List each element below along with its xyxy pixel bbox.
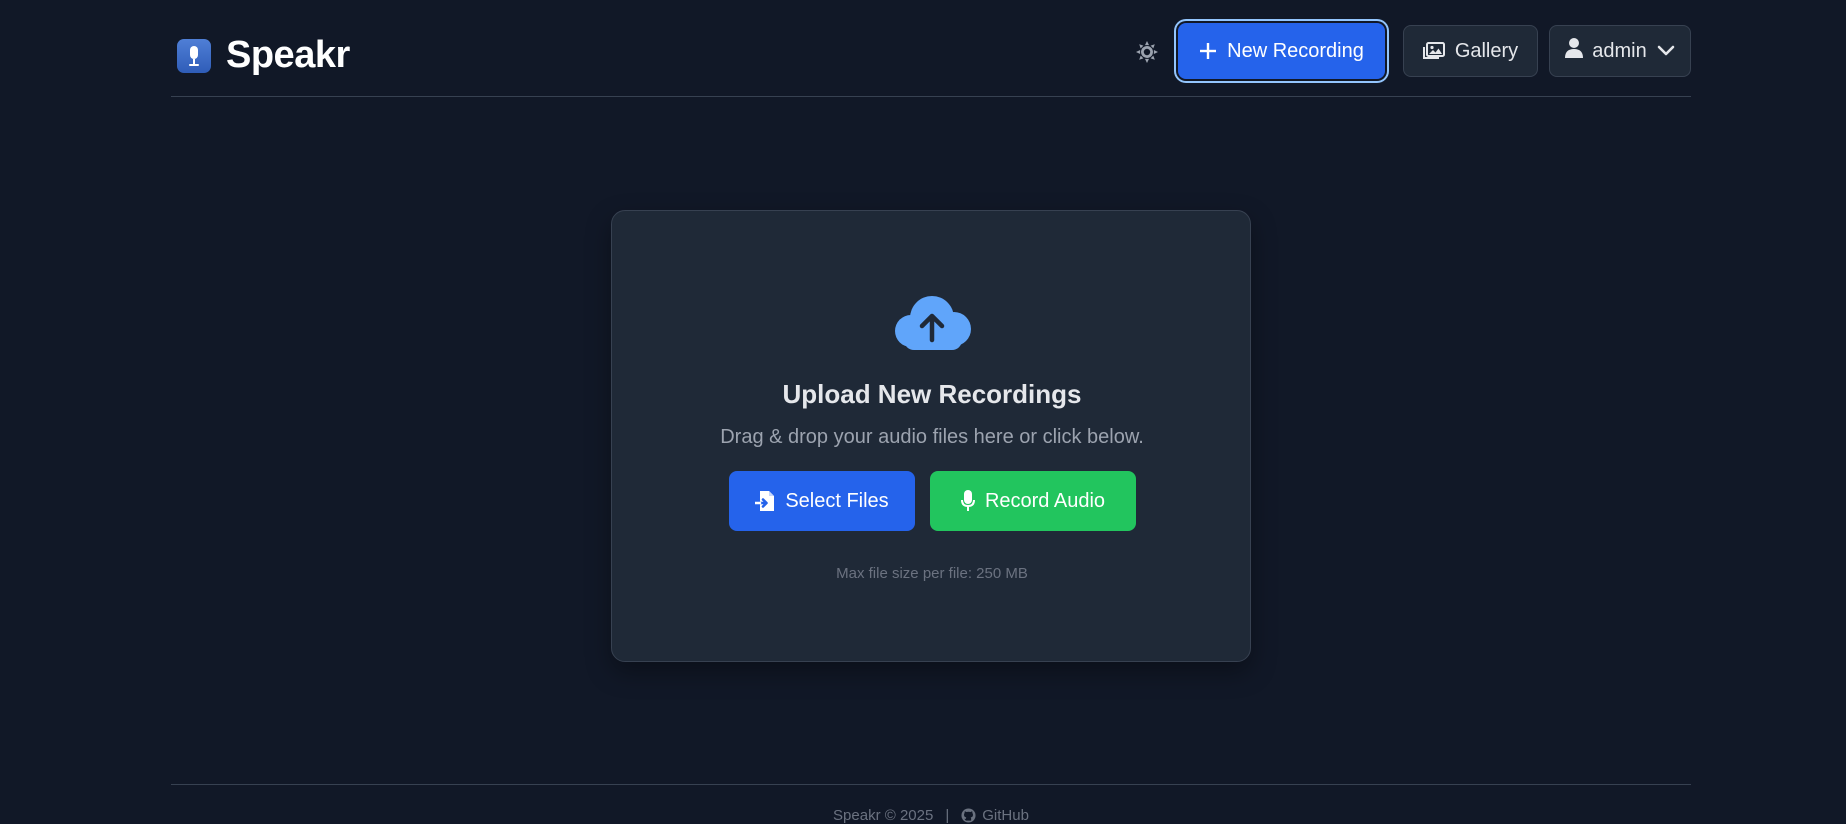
footer: Speakr © 2025 | GitHub: [171, 784, 1691, 824]
new-recording-label: New Recording: [1227, 39, 1364, 62]
app-name: Speakr: [226, 34, 350, 76]
upload-dropzone[interactable]: Upload New Recordings Drag & drop your a…: [611, 210, 1251, 662]
record-audio-label: Record Audio: [984, 489, 1106, 512]
microphone-icon: [177, 38, 211, 73]
gallery-button[interactable]: Gallery: [1403, 25, 1538, 77]
microphone-icon: [960, 490, 975, 511]
upload-subtitle: Drag & drop your audio files here or cli…: [720, 426, 1144, 448]
images-icon: [1422, 42, 1445, 59]
top-header: Speakr New Recording Gallery admin: [171, 0, 1691, 97]
max-file-size-note: Max file size per file: 250 MB: [836, 565, 1028, 582]
new-recording-button[interactable]: New Recording: [1178, 23, 1385, 79]
app-container: Speakr New Recording Gallery admin Uploa…: [171, 0, 1691, 824]
footer-content: Speakr © 2025 | GitHub: [171, 807, 1691, 824]
sun-icon: [1136, 41, 1158, 63]
github-icon: [961, 808, 976, 823]
brand[interactable]: Speakr: [177, 34, 350, 77]
user-name: admin: [1592, 39, 1647, 62]
chevron-down-icon: [1657, 40, 1675, 63]
gallery-label: Gallery: [1454, 39, 1519, 62]
github-link[interactable]: GitHub: [961, 807, 1029, 824]
footer-separator: |: [945, 807, 950, 824]
cloud-upload-icon: [894, 293, 972, 351]
plus-icon: [1199, 38, 1217, 64]
theme-toggle-button[interactable]: [1135, 37, 1159, 67]
upload-title: Upload New Recordings: [782, 379, 1082, 409]
github-label: GitHub: [982, 807, 1029, 824]
file-import-icon: [755, 491, 775, 511]
select-files-label: Select Files: [785, 489, 889, 512]
user-icon: [1565, 37, 1584, 65]
record-audio-button[interactable]: Record Audio: [930, 471, 1136, 531]
select-files-button[interactable]: Select Files: [729, 471, 915, 531]
copyright-text: Speakr © 2025: [833, 807, 934, 824]
user-menu-button[interactable]: admin: [1549, 25, 1691, 77]
